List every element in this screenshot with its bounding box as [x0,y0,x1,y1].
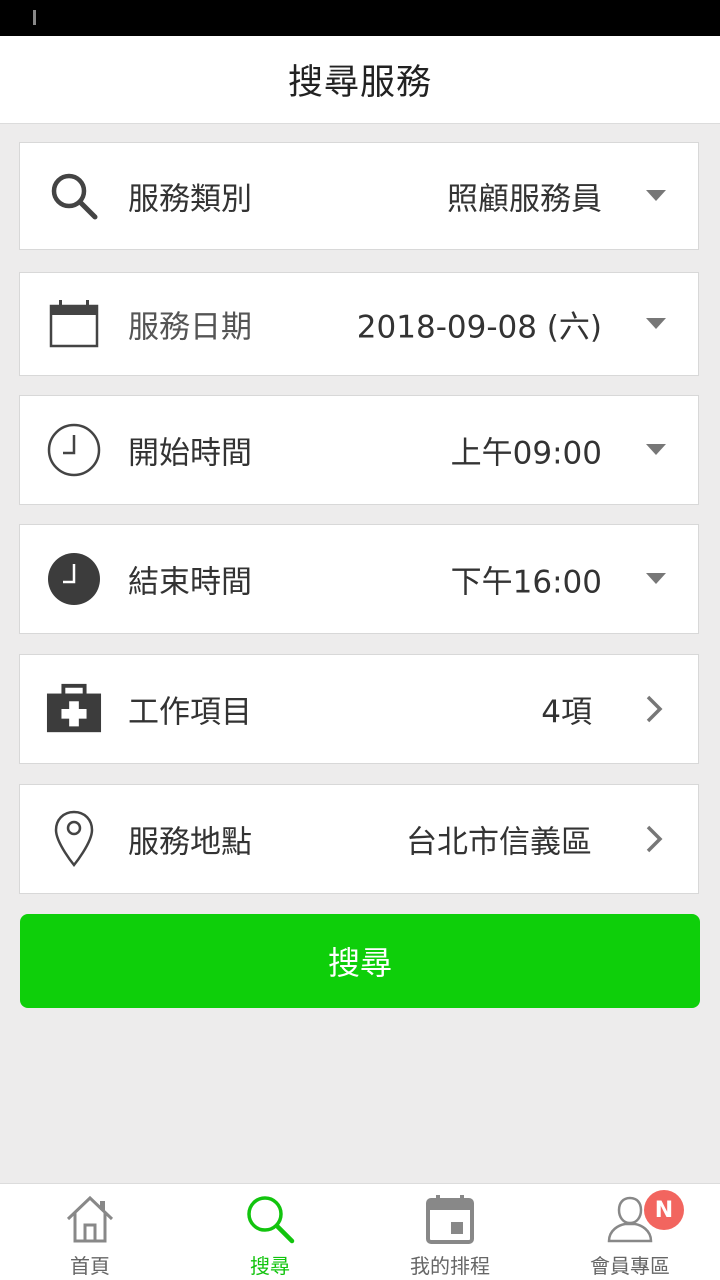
chevron-down-icon [646,573,666,584]
end-time-label: 結束時間 [128,564,252,601]
service-date-value: 2018-09-08 (六) [356,309,602,346]
chevron-right-icon [644,693,664,725]
chevron-down-icon [646,318,666,329]
medical-kit-icon [46,681,102,737]
service-location-selector[interactable]: 服務地點 台北市信義區 [19,784,699,894]
bottom-tab-bar: 首頁 搜尋 我的排程 N 會員專區 [0,1183,720,1280]
status-indicator [33,10,36,25]
status-bar [0,0,720,36]
end-time-selector[interactable]: 結束時間 下午16:00 [19,524,699,634]
tab-search[interactable]: 搜尋 [180,1184,360,1280]
work-items-value: 4項 [541,694,592,731]
tab-label: 我的排程 [410,1254,490,1278]
work-items-selector[interactable]: 工作項目 4項 [19,654,699,764]
search-button[interactable]: 搜尋 [20,914,700,1008]
clock-outline-icon [46,422,102,478]
location-pin-icon [46,810,102,867]
search-icon [243,1194,297,1244]
tab-label: 搜尋 [250,1254,290,1278]
header: 搜尋服務 [0,36,720,124]
start-time-value: 上午09:00 [450,435,602,472]
page-title: 搜尋服務 [287,63,432,103]
chevron-right-icon [644,823,664,855]
tab-label: 首頁 [70,1254,110,1278]
service-location-value: 台北市信義區 [406,824,592,861]
tab-my-schedule[interactable]: 我的排程 [360,1184,540,1280]
service-category-selector[interactable]: 服務類別 照顧服務員 [19,142,699,250]
service-date-selector[interactable]: 服務日期 2018-09-08 (六) [19,272,699,376]
service-date-label: 服務日期 [128,309,252,346]
tab-home[interactable]: 首頁 [0,1184,180,1280]
home-icon [63,1194,117,1244]
work-items-label: 工作項目 [128,694,252,731]
start-time-selector[interactable]: 開始時間 上午09:00 [19,395,699,505]
clock-filled-icon [46,551,102,607]
tab-label: 會員專區 [590,1254,670,1278]
service-location-label: 服務地點 [128,824,252,861]
service-category-value: 照顧服務員 [447,181,602,218]
chevron-down-icon [646,190,666,201]
end-time-value: 下午16:00 [450,564,602,601]
start-time-label: 開始時間 [128,435,252,472]
calendar-icon [423,1194,477,1244]
service-category-label: 服務類別 [128,181,252,218]
search-icon [46,168,102,224]
calendar-icon [46,296,102,352]
notification-badge: N [644,1190,684,1230]
chevron-down-icon [646,444,666,455]
tab-member-area[interactable]: N 會員專區 [540,1184,720,1280]
